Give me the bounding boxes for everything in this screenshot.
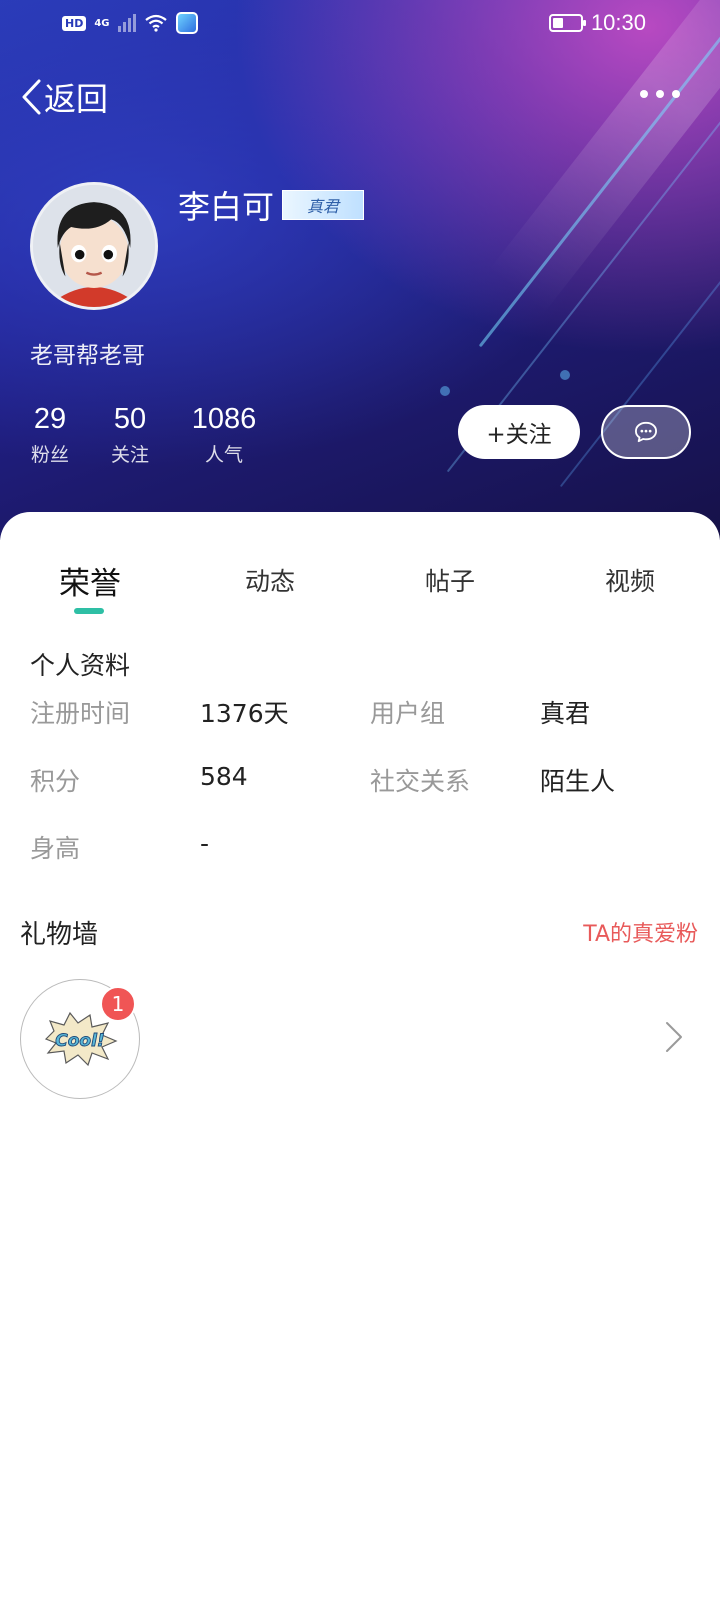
info-label-points: 积分 [30,767,81,796]
rank-badge: 真君 [282,190,364,220]
header-decor-dot [560,370,570,380]
stat-popularity-label: 人气 [204,444,243,466]
profile-content: 荣誉 动态 帖子 视频 个人资料 注册时间 1376天 用户组 真君 积分 58… [0,512,720,1600]
follow-button[interactable]: +关注 [458,405,580,459]
info-label-height: 身高 [30,834,81,863]
hd-indicator: HD [62,15,87,31]
clock: 10:30 [590,10,646,35]
battery-fill [552,18,564,28]
stat-fans-label: 粉丝 [30,444,69,466]
stat-fans[interactable]: 29 粉丝 [28,402,72,467]
username: 李白可 [178,188,275,226]
more-button[interactable] [640,84,680,104]
tab-honor[interactable]: 荣誉 [20,558,160,603]
info-label-register-time: 注册时间 [30,699,131,728]
tab-videos[interactable]: 视频 [560,562,700,598]
stat-following[interactable]: 50 关注 [108,402,152,467]
stat-following-value: 50 [113,403,147,435]
signal-icon [117,14,136,32]
avatar[interactable] [30,182,158,310]
info-value-points: 584 [200,762,248,791]
user-signature: 老哥帮老哥 [30,343,145,369]
info-value-user-group: 真君 [540,699,591,728]
more-dots-icon [640,90,648,98]
info-value-register-time: 1376天 [200,699,289,728]
app-notification-icon [175,12,198,34]
stat-fans-value: 29 [33,403,67,435]
personal-info-title: 个人资料 [30,651,131,680]
wifi-icon [144,14,167,32]
tab-bar: 荣誉 动态 帖子 视频 [0,512,720,622]
chevron-left-icon [22,79,41,115]
header-decor-dot [440,386,450,396]
info-label-user-group: 用户组 [370,699,446,728]
gift-wall-title: 礼物墙 [20,920,99,950]
tab-activity[interactable]: 动态 [200,562,340,598]
stat-popularity-value: 1086 [191,403,257,435]
stat-popularity: 1086 人气 [186,402,262,467]
gift-count-badge: 1 [100,986,136,1022]
tab-active-indicator [74,608,104,614]
info-value-height: - [200,829,210,858]
stat-following-label: 关注 [110,444,149,466]
info-label-relation: 社交关系 [370,767,471,796]
true-fans-link[interactable]: TA的真爱粉 [583,916,698,948]
chevron-right-icon[interactable] [664,1020,684,1054]
back-button[interactable]: 返回 [20,74,108,120]
battery-icon [548,14,586,32]
tab-posts[interactable]: 帖子 [380,562,520,598]
network-type: 4G [94,17,110,29]
rank-badge-label: 真君 [306,197,339,216]
back-label: 返回 [44,80,109,118]
avatar-image [33,185,155,307]
profile-header: HD 4G 10:30 返回 李白可 真君 老哥帮老哥 29 粉丝 50 关注 … [0,0,720,540]
gift-sticker-text: Cool! [55,1031,104,1051]
info-value-relation: 陌生人 [540,767,616,796]
chat-bubble-icon [635,421,657,443]
status-bar: HD 4G 10:30 [0,0,720,50]
message-button[interactable] [601,405,691,459]
